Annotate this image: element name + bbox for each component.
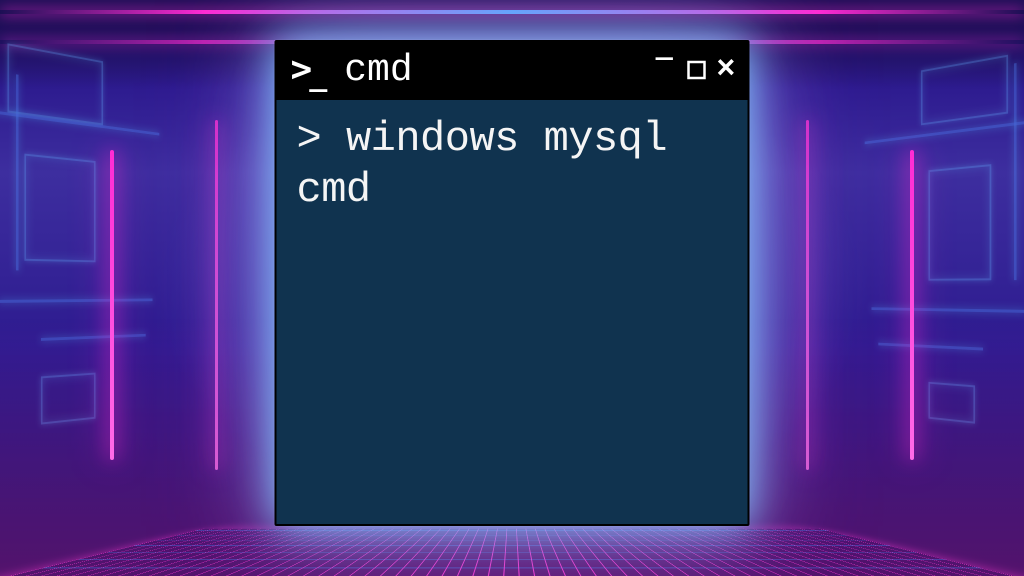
command-text: windows mysql cmd xyxy=(297,115,692,214)
prompt-symbol: > xyxy=(297,115,322,163)
minimize-button[interactable]: – xyxy=(652,40,676,80)
titlebar[interactable]: >_ cmd – × xyxy=(277,42,748,100)
viewport: >_ cmd – × > windows mysql cmd xyxy=(0,0,1024,576)
window-controls: – × xyxy=(652,50,735,90)
command-line: > windows mysql cmd xyxy=(297,114,728,216)
maximize-button[interactable] xyxy=(686,60,706,80)
window-title: cmd xyxy=(344,49,638,92)
terminal-window: >_ cmd – × > windows mysql cmd xyxy=(275,40,750,526)
terminal-prompt-icon: >_ xyxy=(291,52,331,88)
close-button[interactable]: × xyxy=(716,54,735,86)
terminal-body[interactable]: > windows mysql cmd xyxy=(277,100,748,524)
